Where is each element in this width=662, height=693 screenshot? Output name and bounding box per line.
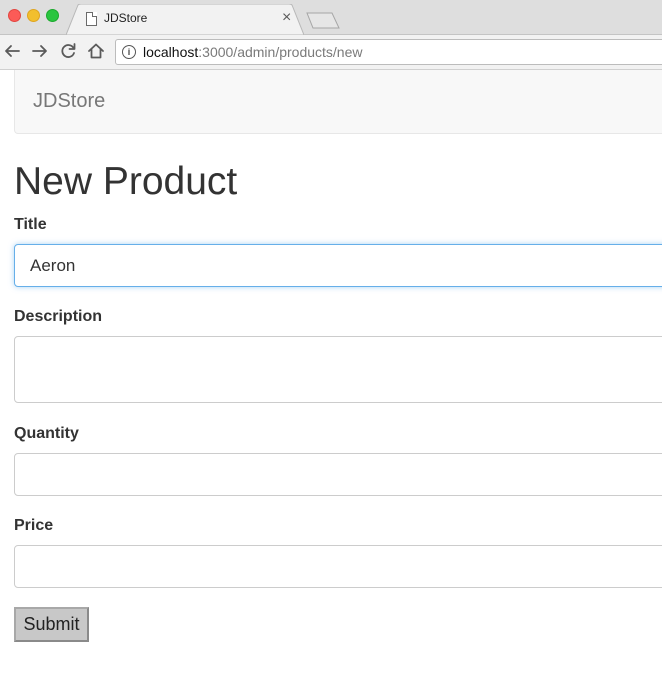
price-input[interactable] — [14, 545, 662, 588]
url-host: localhost — [143, 44, 199, 60]
document-icon — [86, 12, 97, 26]
title-label: Title — [14, 216, 47, 233]
browser-toolbar: i localhost:3000/admin/products/new — [0, 35, 662, 70]
window-maximize-button[interactable] — [46, 9, 59, 22]
info-icon[interactable]: i — [122, 45, 136, 59]
arrow-right-icon[interactable] — [30, 41, 50, 61]
window-minimize-button[interactable] — [27, 9, 40, 22]
page-title: New Product — [14, 160, 238, 203]
window-close-button[interactable] — [8, 9, 21, 22]
navbar: JDStore — [14, 70, 662, 134]
tab-title: JDStore — [104, 11, 148, 25]
quantity-input[interactable] — [14, 453, 662, 496]
url-path: :3000/admin/products/new — [198, 44, 363, 60]
home-icon[interactable] — [86, 41, 106, 61]
tab-close-icon[interactable]: × — [282, 8, 291, 28]
price-label: Price — [14, 517, 54, 534]
description-textarea[interactable] — [14, 336, 662, 403]
description-label: Description — [14, 308, 103, 325]
address-bar[interactable]: i localhost:3000/admin/products/new — [115, 39, 662, 65]
tab-strip: JDStore × — [0, 0, 662, 35]
brand-link[interactable]: JDStore — [33, 90, 105, 113]
tab-shape — [66, 4, 304, 35]
new-tab-button[interactable] — [306, 12, 340, 29]
page-content: JDStore New Product Title Description Qu… — [0, 70, 662, 693]
browser-window: JDStore × i localhost:3000/admin/product… — [0, 0, 662, 693]
tab-jdstore[interactable]: JDStore × — [66, 4, 304, 35]
arrow-left-icon[interactable] — [2, 41, 22, 61]
url-text[interactable]: localhost:3000/admin/products/new — [143, 44, 362, 60]
submit-button[interactable]: Submit — [14, 607, 89, 642]
title-input[interactable] — [14, 244, 662, 287]
reload-icon[interactable] — [58, 41, 78, 61]
quantity-label: Quantity — [14, 425, 79, 442]
